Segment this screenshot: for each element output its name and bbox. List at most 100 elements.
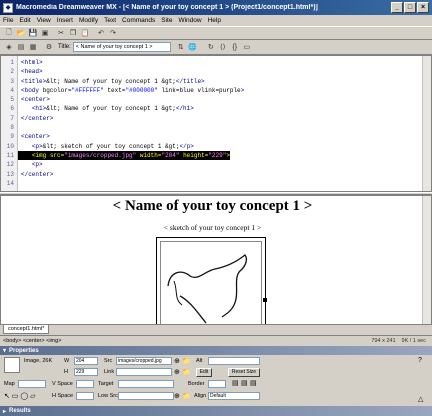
document-tab[interactable]: concept1.html* <box>3 325 50 334</box>
code-navigation-icon[interactable]: {} <box>230 42 240 52</box>
design-view[interactable]: < Name of your toy concept 1 > < sketch … <box>0 195 432 325</box>
minimize-button[interactable]: _ <box>391 2 403 13</box>
code-text[interactable]: <center> <box>18 132 50 141</box>
edit-button[interactable]: Edit <box>196 368 212 377</box>
reference-icon[interactable]: ⟨⟩ <box>218 42 228 52</box>
src-point-icon[interactable]: ⊕ <box>174 357 180 365</box>
code-line[interactable]: 12 <p> <box>1 160 431 169</box>
width-field[interactable]: 204 <box>74 357 98 365</box>
undo-icon[interactable]: ↶ <box>96 28 106 38</box>
help-icon[interactable]: ? <box>418 357 422 364</box>
code-text[interactable]: <title>&lt; Name of your toy concept 1 &… <box>18 77 205 86</box>
code-line[interactable]: 2 <head> <box>1 67 431 76</box>
code-text[interactable]: <p>&lt; sketch of your toy concept 1 &gt… <box>18 142 194 151</box>
open-folder-icon[interactable]: 📂 <box>16 28 26 38</box>
menu-window[interactable]: Window <box>178 17 201 24</box>
code-view-icon[interactable]: ◈ <box>4 42 14 52</box>
code-text[interactable]: </center> <box>18 170 53 179</box>
window-size[interactable]: 794 x 241 <box>371 338 395 344</box>
code-text[interactable]: <p> <box>18 160 43 169</box>
align-left-icon[interactable]: ▤ <box>232 379 239 387</box>
menu-text[interactable]: Text <box>104 17 116 24</box>
design-view-icon[interactable]: ▦ <box>28 42 38 52</box>
code-view[interactable]: 1 <html> 2 <head> 3 <title>&lt; Name of your … <box>0 55 432 192</box>
src-field[interactable]: images/cropped.jpg <box>116 357 172 365</box>
code-line[interactable]: 1 <html> <box>1 58 431 67</box>
code-line[interactable]: 11 <img src="images/cropped.jpg" width="… <box>1 150 431 161</box>
menu-edit[interactable]: Edit <box>19 17 30 24</box>
dreamweaver-app-icon[interactable]: ◆ <box>3 2 13 13</box>
menu-file[interactable]: File <box>3 17 13 24</box>
hspace-field[interactable] <box>76 392 94 400</box>
design-heading[interactable]: < Name of your toy concept 1 > <box>1 198 424 215</box>
selected-image-sketch[interactable] <box>156 237 267 324</box>
copy-icon[interactable]: ❐ <box>68 28 78 38</box>
code-text[interactable] <box>18 179 21 188</box>
reset-size-button[interactable]: Reset Size <box>228 368 260 377</box>
maximize-button[interactable]: □ <box>404 2 416 13</box>
menu-insert[interactable]: Insert <box>57 17 73 24</box>
design-scrollbar[interactable] <box>422 196 431 324</box>
code-text[interactable] <box>18 123 21 132</box>
server-debug-icon[interactable]: ⚙ <box>44 42 54 52</box>
save-icon[interactable]: 💾 <box>28 28 38 38</box>
link-folder-icon[interactable]: 📁 <box>182 368 191 376</box>
code-line[interactable]: 5 <center> <box>1 95 431 104</box>
cut-icon[interactable]: ✂ <box>56 28 66 38</box>
code-text[interactable]: <img src="images/cropped.jpg" width="204… <box>18 150 230 161</box>
align-center-icon[interactable]: ▤ <box>241 379 248 387</box>
target-field[interactable] <box>118 380 174 388</box>
lowsrc-point-icon[interactable]: ⊕ <box>174 392 180 400</box>
align-select[interactable]: Default <box>208 392 260 400</box>
resize-handle[interactable] <box>263 298 267 302</box>
results-panel-header[interactable]: ▸ Results <box>0 406 432 416</box>
paste-icon[interactable]: 📋 <box>80 28 90 38</box>
lowsrc-folder-icon[interactable]: 📁 <box>182 392 191 400</box>
vspace-field[interactable] <box>76 380 94 388</box>
code-line[interactable]: 13 </center> <box>1 170 431 179</box>
refresh-icon[interactable]: ↻ <box>206 42 216 52</box>
code-text[interactable]: <html> <box>18 58 43 67</box>
page-title-input[interactable]: < Name of your toy concept 1 > <box>72 42 171 52</box>
link-field[interactable] <box>116 368 172 376</box>
redo-icon[interactable]: ↷ <box>108 28 118 38</box>
src-folder-icon[interactable]: 📁 <box>182 357 191 365</box>
lowsrc-field[interactable] <box>118 392 174 400</box>
menu-modify[interactable]: Modify <box>79 17 98 24</box>
design-caption[interactable]: < sketch of your toy concept 1 > <box>1 223 424 232</box>
view-options-icon[interactable]: ▭ <box>242 42 252 52</box>
link-point-icon[interactable]: ⊕ <box>174 368 180 376</box>
preview-browser-icon[interactable]: 🌐 <box>188 42 198 52</box>
menu-view[interactable]: View <box>37 17 51 24</box>
menu-help[interactable]: Help <box>208 17 221 24</box>
tag-selector[interactable]: <body> <center> <img> <box>3 338 371 344</box>
split-view-icon[interactable]: ▤ <box>16 42 26 52</box>
height-field[interactable]: 229 <box>74 368 98 376</box>
properties-panel-header[interactable]: ▾ Properties <box>0 346 432 355</box>
code-line[interactable]: 3 <title>&lt; Name of your toy concept 1 … <box>1 77 431 86</box>
code-line[interactable]: 6 <h1>&lt; Name of your toy concept 1 &g… <box>1 104 431 113</box>
new-file-icon[interactable]: 🗋 <box>4 28 14 38</box>
file-management-icon[interactable]: ⇅ <box>176 42 186 52</box>
code-line[interactable]: 8 <box>1 123 431 132</box>
menu-site[interactable]: Site <box>161 17 172 24</box>
code-line[interactable]: 10 <p>&lt; sketch of your toy concept 1 … <box>1 142 431 151</box>
menu-commands[interactable]: Commands <box>122 17 155 24</box>
align-right-icon[interactable]: ▤ <box>250 379 257 387</box>
map-field[interactable] <box>18 380 46 388</box>
code-text[interactable]: <head> <box>18 67 43 76</box>
collapse-panel-icon[interactable]: △ <box>418 395 423 403</box>
alt-field[interactable] <box>208 357 260 365</box>
code-scrollbar[interactable] <box>422 56 431 191</box>
code-text[interactable]: <h1>&lt; Name of your toy concept 1 &gt;… <box>18 104 194 113</box>
code-line[interactable]: 14 <box>1 179 431 188</box>
code-line[interactable]: 7 </center> <box>1 114 431 123</box>
code-text[interactable]: <body bgcolor="#FFFFFF" text="#000000" l… <box>18 86 244 95</box>
code-line[interactable]: 9 <center> <box>1 132 431 141</box>
code-line[interactable]: 4 <body bgcolor="#FFFFFF" text="#000000" … <box>1 86 431 95</box>
code-text[interactable]: </center> <box>18 114 53 123</box>
save-all-icon[interactable]: ▣ <box>40 28 50 38</box>
close-button[interactable]: × <box>417 2 429 13</box>
border-field[interactable] <box>208 380 226 388</box>
code-text[interactable]: <center> <box>18 95 50 104</box>
